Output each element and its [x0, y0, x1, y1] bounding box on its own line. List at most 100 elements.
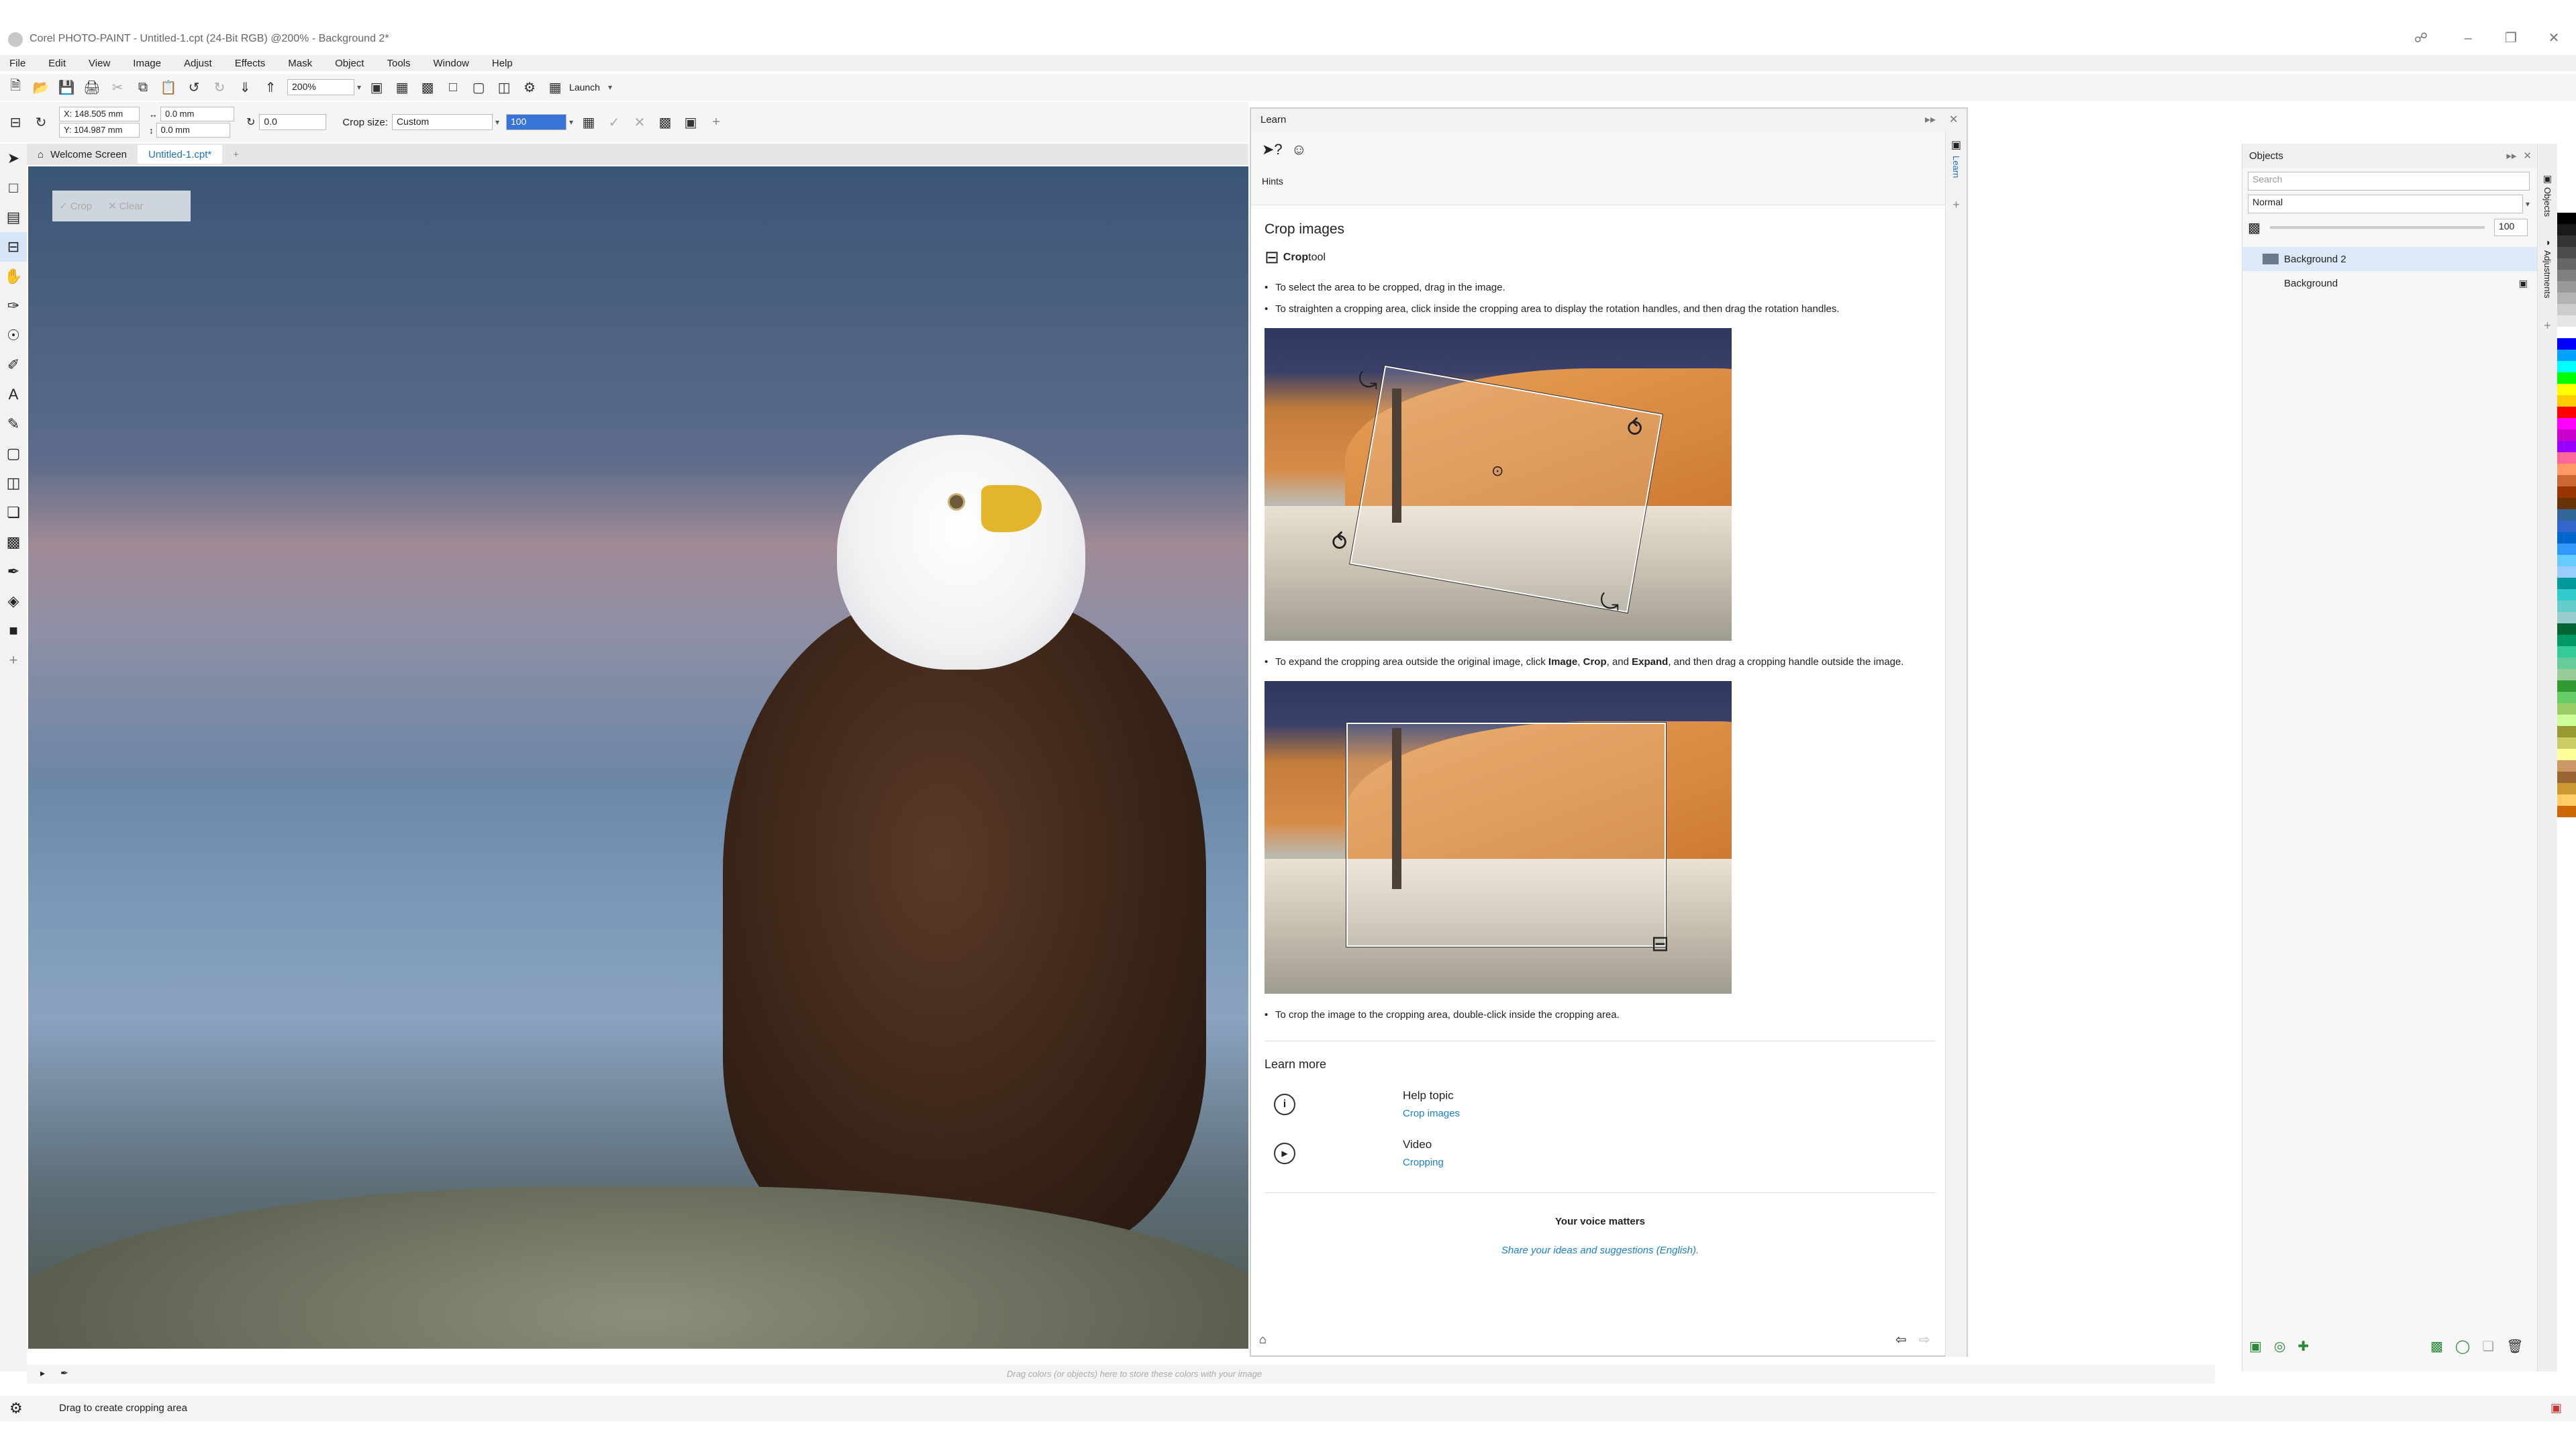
- color-swatch[interactable]: [2557, 452, 2576, 464]
- video-link[interactable]: Cropping: [1403, 1157, 1444, 1168]
- color-swatch-icon[interactable]: ■: [0, 616, 27, 645]
- color-swatch[interactable]: [2557, 327, 2576, 338]
- transparency-tool-icon[interactable]: ▩: [0, 527, 27, 557]
- color-swatch[interactable]: [2557, 350, 2576, 361]
- show-object-icon[interactable]: ◫: [494, 77, 514, 97]
- color-swatch[interactable]: [2557, 669, 2576, 680]
- crop-size-dropdown-icon[interactable]: ▾: [495, 117, 499, 127]
- color-swatch[interactable]: [2557, 760, 2576, 772]
- color-swatch[interactable]: [2557, 395, 2576, 407]
- color-swatch[interactable]: [2557, 715, 2576, 726]
- color-swatch[interactable]: [2557, 555, 2576, 566]
- add-property-icon[interactable]: +: [706, 112, 726, 132]
- color-swatch[interactable]: [2557, 361, 2576, 372]
- learn-back-icon[interactable]: ⇦: [1895, 1331, 1907, 1348]
- apply-crop-icon[interactable]: ✓: [604, 112, 624, 132]
- objects-close-icon[interactable]: ✕: [2523, 150, 2532, 162]
- color-swatch[interactable]: [2557, 578, 2576, 589]
- side-add-icon[interactable]: +: [2538, 319, 2557, 333]
- pan-tool-icon[interactable]: ✋: [0, 262, 27, 291]
- delete-icon[interactable]: 🗑: [2506, 1338, 2523, 1355]
- mask-transform-icon[interactable]: ▤: [0, 203, 27, 232]
- account-icon[interactable]: ☍: [2397, 27, 2444, 50]
- color-swatch[interactable]: [2557, 213, 2576, 224]
- zoom-level-field[interactable]: 200%: [287, 79, 354, 95]
- color-swatch[interactable]: [2557, 281, 2576, 293]
- color-swatch[interactable]: [2557, 623, 2576, 635]
- clear-button[interactable]: Clear: [119, 201, 144, 212]
- redo-icon[interactable]: ↻: [209, 77, 230, 97]
- color-swatch[interactable]: [2557, 544, 2576, 555]
- color-swatch[interactable]: [2557, 464, 2576, 475]
- dropper-tool-icon[interactable]: ✒: [0, 557, 27, 586]
- layer-row-background[interactable]: Background ▣: [2242, 271, 2537, 295]
- color-swatch[interactable]: [2557, 486, 2576, 498]
- color-swatch[interactable]: [2557, 612, 2576, 623]
- text-tool-icon[interactable]: A: [0, 380, 27, 409]
- menu-object[interactable]: Object: [335, 58, 364, 69]
- opacity-field[interactable]: 100: [2493, 219, 2528, 236]
- launch-dropdown-icon[interactable]: ▾: [608, 83, 612, 92]
- height-field[interactable]: 0.0 mm: [156, 123, 230, 138]
- crop-to-mask-icon[interactable]: ▩: [655, 112, 675, 132]
- new-layer-icon[interactable]: ▣: [2249, 1338, 2262, 1355]
- hints-pointer-icon[interactable]: ➤?: [1262, 141, 1283, 158]
- zoom-100-icon[interactable]: ▩: [417, 77, 438, 97]
- color-swatch[interactable]: [2557, 726, 2576, 737]
- minimize-button[interactable]: –: [2444, 27, 2491, 50]
- eraser-tool-icon[interactable]: ◫: [0, 468, 27, 498]
- crop-mode-icon[interactable]: ⊟: [5, 112, 26, 132]
- crop-size-select[interactable]: Custom: [391, 114, 493, 130]
- menu-window[interactable]: Window: [434, 58, 469, 69]
- rotation-angle-field[interactable]: 0.0: [259, 114, 327, 130]
- clone-tool-icon[interactable]: ❏: [0, 498, 27, 527]
- color-swatch[interactable]: [2557, 270, 2576, 281]
- y-position-field[interactable]: Y: 104.987 mm: [59, 123, 140, 138]
- crop-border-icon[interactable]: ▣: [681, 112, 701, 132]
- restore-button[interactable]: ❐: [2487, 27, 2534, 50]
- launch-label[interactable]: Launch: [569, 82, 600, 93]
- objects-side-tab[interactable]: ▣ Objects: [2538, 173, 2557, 217]
- menu-file[interactable]: File: [9, 58, 26, 69]
- color-swatch[interactable]: [2557, 475, 2576, 486]
- rotate-mode-icon[interactable]: ↻: [31, 112, 51, 132]
- learn-side-add-icon[interactable]: +: [1946, 198, 1967, 212]
- opacity-slider[interactable]: [2269, 226, 2485, 229]
- color-swatch[interactable]: [2557, 589, 2576, 601]
- crop-tool-icon[interactable]: ⊟: [0, 232, 27, 262]
- color-swatch[interactable]: [2557, 749, 2576, 760]
- redeye-tool-icon[interactable]: ☉: [0, 321, 27, 350]
- resolution-field[interactable]: 100: [505, 114, 566, 130]
- new-icon[interactable]: 🗎: [5, 77, 26, 97]
- status-gear-icon[interactable]: ⚙: [9, 1400, 23, 1417]
- color-swatch[interactable]: [2557, 737, 2576, 749]
- pick-tool-icon[interactable]: ➤: [0, 144, 27, 173]
- color-swatch[interactable]: [2557, 806, 2576, 817]
- color-swatch[interactable]: [2557, 658, 2576, 669]
- color-swatch[interactable]: [2557, 315, 2576, 327]
- fill-tool-icon[interactable]: ◈: [0, 586, 27, 616]
- menu-view[interactable]: View: [89, 58, 110, 69]
- brush-tool-icon[interactable]: ✐: [0, 350, 27, 380]
- color-swatch[interactable]: [2557, 247, 2576, 258]
- hintbar-expand-icon[interactable]: ▸: [40, 1367, 45, 1379]
- status-color-icon[interactable]: ▣: [2550, 1401, 2562, 1415]
- fit-page-icon[interactable]: ▣: [366, 77, 387, 97]
- color-swatch[interactable]: [2557, 418, 2576, 429]
- color-swatch[interactable]: [2557, 646, 2576, 658]
- menu-tools[interactable]: Tools: [387, 58, 410, 69]
- print-icon[interactable]: 🖨: [82, 77, 102, 97]
- tab-untitled-1[interactable]: Untitled-1.cpt*: [138, 145, 223, 164]
- mask-tool-icon[interactable]: □: [0, 173, 27, 203]
- color-swatch[interactable]: [2557, 635, 2576, 646]
- color-swatch[interactable]: [2557, 372, 2576, 384]
- paint-tool-icon[interactable]: ✎: [0, 409, 27, 439]
- color-swatch[interactable]: [2557, 441, 2576, 452]
- image-canvas[interactable]: ✓ Crop ✕ Clear: [28, 166, 1248, 1349]
- clip-mask-icon[interactable]: ◯: [2455, 1338, 2470, 1355]
- new-tab-button[interactable]: +: [222, 145, 250, 164]
- color-swatch[interactable]: [2557, 258, 2576, 270]
- color-swatch[interactable]: [2557, 601, 2576, 612]
- color-swatch[interactable]: [2557, 692, 2576, 703]
- voice-link[interactable]: Share your ideas and suggestions (Englis…: [1265, 1245, 1936, 1256]
